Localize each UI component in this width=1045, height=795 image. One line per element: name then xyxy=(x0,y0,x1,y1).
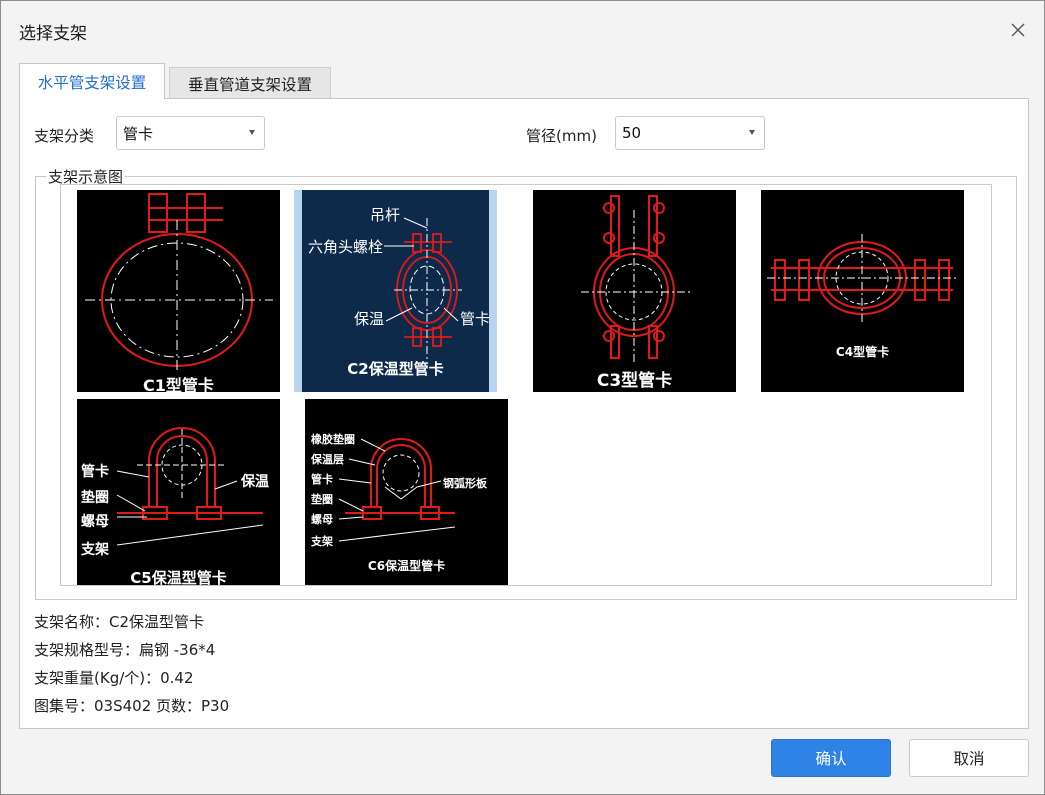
c5-callout-insulation: 保温 xyxy=(241,474,269,490)
diagram-c3[interactable]: C3型管卡 xyxy=(533,190,736,392)
close-icon xyxy=(1011,23,1025,37)
c2-callout-rod: 吊杆 xyxy=(370,206,401,224)
c6-callout-washer: 垫圈 xyxy=(311,493,333,506)
c5-callout-nut: 螺母 xyxy=(81,514,109,530)
c6-callout-rubber-gasket: 橡胶垫圈 xyxy=(311,433,355,446)
diagram-c2[interactable]: 吊杆 六角头螺栓 保温 管卡 C2保温型管卡 xyxy=(294,190,497,392)
c6-callout-nut: 螺母 xyxy=(311,513,333,526)
diameter-label: 管径(mm) xyxy=(526,127,597,145)
category-label: 支架分类 xyxy=(34,127,95,145)
tab-vertical-pipe[interactable]: 垂直管道支架设置 xyxy=(169,67,331,99)
c2-callout-clamp: 管卡 xyxy=(460,310,491,328)
diameter-select[interactable]: 50 xyxy=(615,116,765,150)
category-select[interactable]: 管卡 xyxy=(116,116,265,150)
close-button[interactable] xyxy=(1003,15,1033,45)
cancel-button[interactable]: 取消 xyxy=(909,739,1029,777)
category-value: 管卡 xyxy=(123,124,154,143)
support-weight: 支架重量(Kg/个)：0.42 xyxy=(34,669,194,687)
c5-callout-bracket: 支架 xyxy=(81,542,109,558)
diameter-value: 50 xyxy=(622,124,642,142)
diagram-gallery[interactable]: C1型管卡 吊杆 六角头螺栓 保温 管卡 C2保温型管卡 C3型管卡 C4型管卡… xyxy=(60,184,992,586)
c6-callout-steel-plate: 钢弧形板 xyxy=(443,477,487,490)
c4-drawing xyxy=(767,234,957,324)
c1-drawing xyxy=(85,193,273,370)
chevron-down-icon xyxy=(749,130,755,135)
select-support-dialog: 选择支架 水平管支架设置 垂直管道支架设置 支架分类 管卡 管径(mm) 50 … xyxy=(0,0,1045,795)
c6-callout-clamp: 管卡 xyxy=(311,473,333,486)
c1-caption: C1型管卡 xyxy=(143,376,214,392)
chevron-down-icon xyxy=(249,130,255,135)
c4-caption: C4型管卡 xyxy=(835,345,890,359)
diagram-c4[interactable]: C4型管卡 xyxy=(761,190,964,392)
c3-caption: C3型管卡 xyxy=(596,371,673,391)
c5-callout-washer: 垫圈 xyxy=(81,490,109,506)
dialog-title: 选择支架 xyxy=(19,24,87,44)
c3-drawing xyxy=(581,195,693,362)
confirm-button[interactable]: 确认 xyxy=(771,739,891,777)
c5-caption: C5保温型管卡 xyxy=(130,569,227,586)
c2-callout-bolt: 六角头螺栓 xyxy=(308,238,384,256)
c2-caption: C2保温型管卡 xyxy=(347,360,444,378)
settings-panel: 支架分类 管卡 管径(mm) 50 支架示意图 C1型管卡 吊杆 六角头螺栓 保… xyxy=(19,98,1029,729)
c6-callout-bracket: 支架 xyxy=(311,535,333,548)
diagram-c1[interactable]: C1型管卡 xyxy=(77,190,280,392)
c6-caption: C6保温型管卡 xyxy=(367,559,446,573)
support-name: 支架名称：C2保温型管卡 xyxy=(34,613,205,631)
diagram-c5[interactable]: 管卡 保温 垫圈 螺母 支架 C5保温型管卡 xyxy=(77,399,280,586)
diagram-groupbox: 支架示意图 C1型管卡 吊杆 六角头螺栓 保温 管卡 C2保温型管卡 C3型管卡… xyxy=(35,166,1017,600)
support-atlas: 图集号：03S402 页数：P30 xyxy=(34,697,230,715)
diagram-c6[interactable]: 橡胶垫圈 保温层 管卡 钢弧形板 垫圈 螺母 支架 C6保温型管卡 xyxy=(305,399,508,585)
c2-callout-insulation: 保温 xyxy=(354,310,385,328)
c6-callout-insulation-layer: 保温层 xyxy=(311,453,344,466)
c5-callout-clamp: 管卡 xyxy=(81,464,109,480)
tab-horizontal-pipe[interactable]: 水平管支架设置 xyxy=(19,63,165,99)
support-spec: 支架规格型号：扁钢 -36*4 xyxy=(34,641,216,659)
